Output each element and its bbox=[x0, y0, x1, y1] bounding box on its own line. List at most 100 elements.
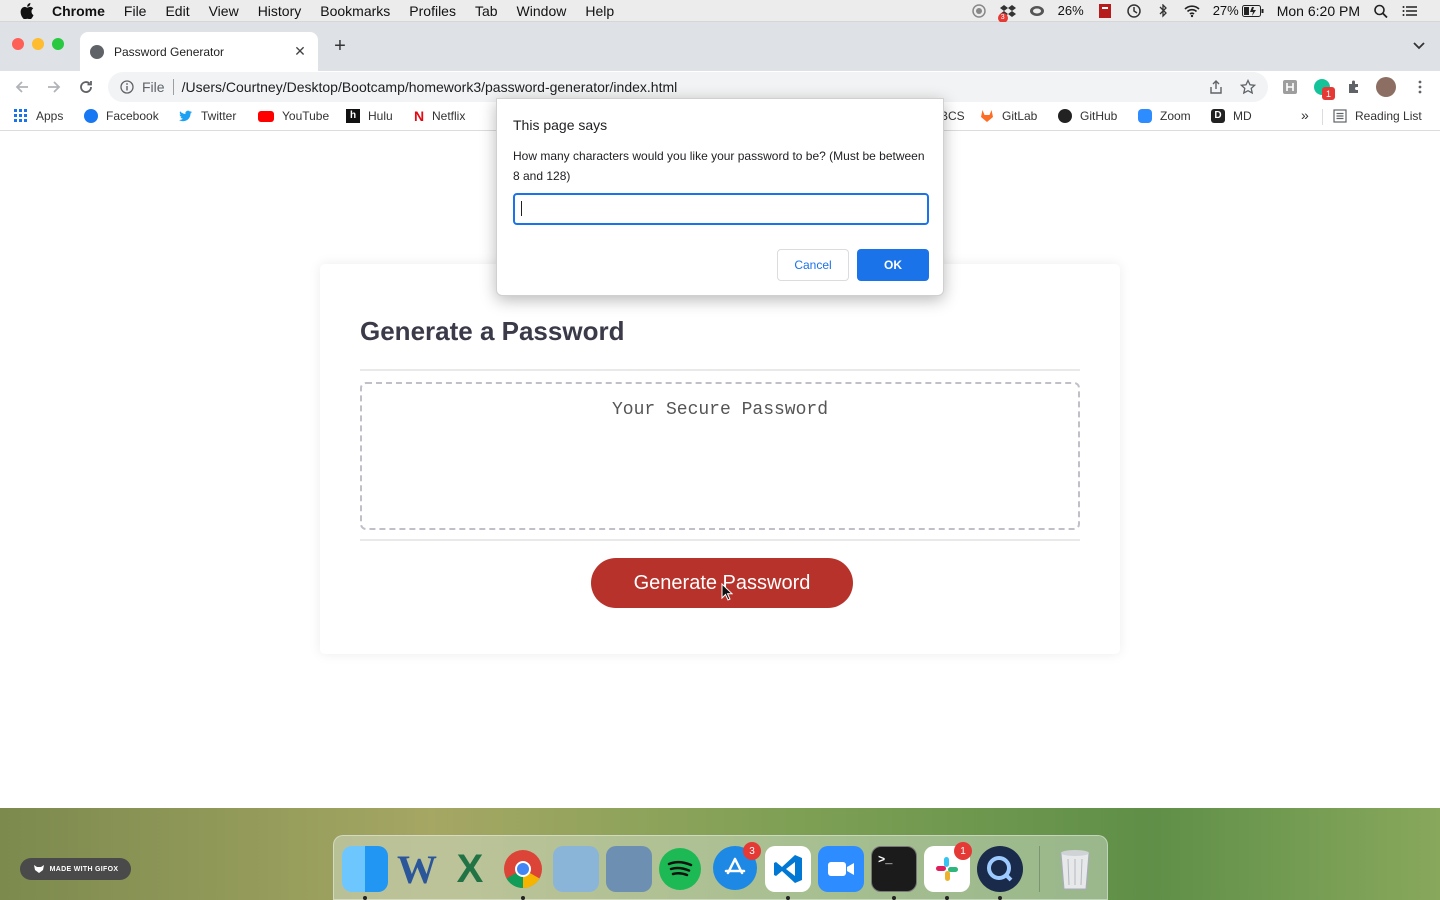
bookmark-github[interactable]: GitHub bbox=[1058, 109, 1117, 123]
password-card: Generate a Password Your Secure Password… bbox=[320, 264, 1120, 654]
forward-arrow-icon[interactable] bbox=[46, 79, 62, 95]
bookmarks-overflow-chevron[interactable]: » bbox=[1301, 107, 1309, 123]
bookmark-youtube[interactable]: YouTube bbox=[258, 109, 329, 123]
profile-avatar[interactable] bbox=[1376, 77, 1396, 97]
bookmark-md[interactable]: D MD bbox=[1211, 109, 1252, 123]
finder-icon[interactable] bbox=[342, 846, 388, 892]
youtube-icon bbox=[258, 110, 274, 122]
close-window-button[interactable] bbox=[12, 38, 24, 50]
zoom-camera-icon bbox=[1138, 109, 1152, 123]
macos-menu-bar: Chrome File Edit View History Bookmarks … bbox=[0, 0, 1440, 23]
menu-app-chrome[interactable]: Chrome bbox=[52, 3, 105, 19]
md-icon: D bbox=[1211, 109, 1225, 123]
battery-percent-b: 27% bbox=[1212, 3, 1239, 18]
bookmark-label: YouTube bbox=[282, 109, 330, 123]
page-heading: Generate a Password bbox=[360, 316, 625, 346]
preview-eagle-icon[interactable] bbox=[553, 846, 599, 892]
mouse-pointer-icon bbox=[721, 583, 733, 601]
trash-icon[interactable] bbox=[1052, 846, 1098, 892]
apple-menu-icon[interactable] bbox=[18, 0, 36, 22]
menu-bookmarks[interactable]: Bookmarks bbox=[320, 3, 390, 19]
time-machine-icon[interactable] bbox=[1126, 3, 1142, 18]
tab-search-chevron-icon[interactable] bbox=[1412, 39, 1426, 53]
bookmarks-divider bbox=[1322, 109, 1323, 125]
gifox-label: MADE WITH GIFOX bbox=[49, 865, 119, 873]
url-text[interactable]: /Users/Courtney/Desktop/Bootcamp/homewor… bbox=[182, 79, 678, 95]
word-icon[interactable]: W bbox=[394, 846, 440, 892]
reading-list-icon bbox=[1333, 109, 1347, 123]
spotify-icon[interactable] bbox=[659, 848, 701, 890]
bookmark-apps[interactable]: Apps bbox=[14, 109, 63, 123]
quicktime-icon[interactable] bbox=[977, 846, 1023, 892]
terminal-icon[interactable]: >_ bbox=[871, 846, 917, 892]
menu-tab[interactable]: Tab bbox=[475, 3, 498, 19]
password-length-input[interactable] bbox=[513, 193, 929, 225]
bookmark-netflix[interactable]: N Netflix bbox=[414, 109, 465, 123]
bookmark-label: Facebook bbox=[106, 109, 159, 123]
extension-h-icon[interactable] bbox=[1282, 79, 1298, 95]
chrome-dock-icon[interactable] bbox=[500, 846, 546, 892]
bookmark-facebook[interactable]: Facebook bbox=[84, 109, 159, 123]
bookmark-label: GitLab bbox=[1002, 109, 1038, 123]
cloud-status-icon[interactable] bbox=[1029, 4, 1045, 18]
bookmark-gitlab[interactable]: GitLab bbox=[980, 109, 1037, 123]
menu-profiles[interactable]: Profiles bbox=[409, 3, 456, 19]
close-tab-icon[interactable]: ✕ bbox=[292, 43, 308, 60]
wifi-icon[interactable] bbox=[1184, 4, 1200, 18]
url-separator bbox=[172, 79, 174, 95]
prompt-dialog: This page says How many characters would… bbox=[496, 98, 944, 296]
quicktime-running-dot bbox=[998, 896, 1002, 900]
cancel-button[interactable]: Cancel bbox=[777, 249, 849, 281]
new-tab-button[interactable]: + bbox=[330, 36, 350, 56]
menu-view[interactable]: View bbox=[209, 3, 239, 19]
zoom-window-button[interactable] bbox=[52, 38, 64, 50]
bookmark-label: Zoom bbox=[1160, 109, 1191, 123]
control-center-icon[interactable] bbox=[1402, 4, 1418, 18]
minimize-window-button[interactable] bbox=[32, 38, 44, 50]
menu-history[interactable]: History bbox=[258, 3, 302, 19]
bookmark-star-icon[interactable] bbox=[1240, 79, 1256, 95]
text-caret bbox=[521, 201, 522, 216]
gitlab-fox-icon bbox=[981, 110, 993, 122]
menu-window[interactable]: Window bbox=[517, 3, 567, 19]
share-icon[interactable] bbox=[1208, 79, 1224, 95]
ok-button[interactable]: OK bbox=[857, 249, 929, 281]
bluetooth-icon[interactable] bbox=[1155, 3, 1171, 18]
menu-clock[interactable]: Mon 6:20 PM bbox=[1277, 3, 1360, 19]
dock-separator bbox=[1039, 846, 1040, 892]
spotlight-search-icon[interactable] bbox=[1373, 4, 1389, 18]
menu-edit[interactable]: Edit bbox=[165, 3, 189, 19]
excel-icon[interactable]: X bbox=[447, 846, 493, 892]
reload-icon[interactable] bbox=[78, 79, 94, 95]
tab-password-generator[interactable]: Password Generator ✕ bbox=[80, 32, 318, 71]
back-arrow-icon[interactable] bbox=[14, 79, 30, 95]
bookmark-twitter[interactable]: Twitter bbox=[179, 109, 236, 123]
extensions-puzzle-icon[interactable] bbox=[1346, 79, 1362, 95]
bookmark-label: GitHub bbox=[1080, 109, 1118, 123]
bookmark-label: Hulu bbox=[368, 109, 393, 123]
chrome-menu-kebab-icon[interactable] bbox=[1412, 79, 1428, 95]
facebook-icon bbox=[84, 109, 98, 123]
menu-file[interactable]: File bbox=[124, 3, 147, 19]
tab-strip: Password Generator ✕ + bbox=[0, 22, 1440, 71]
netflix-icon: N bbox=[414, 108, 425, 124]
image-capture-icon[interactable] bbox=[606, 846, 652, 892]
zoom-dock-icon[interactable] bbox=[818, 846, 864, 892]
vscode-icon[interactable] bbox=[765, 846, 811, 892]
battery-icon[interactable] bbox=[1241, 4, 1264, 17]
password-output[interactable]: Your Secure Password bbox=[360, 382, 1080, 530]
slack-badge: 1 bbox=[954, 842, 972, 860]
record-status-icon[interactable] bbox=[971, 3, 987, 18]
reading-list-label: Reading List bbox=[1355, 109, 1422, 123]
dialog-title: This page says bbox=[513, 117, 608, 133]
card-divider-bottom bbox=[360, 539, 1080, 541]
menu-help[interactable]: Help bbox=[585, 3, 614, 19]
bookmark-zoom[interactable]: Zoom bbox=[1138, 109, 1191, 123]
reading-list-button[interactable]: Reading List bbox=[1333, 109, 1422, 123]
dropbox-status-icon[interactable]: 3 bbox=[997, 4, 1016, 23]
gifox-fox-icon bbox=[33, 865, 44, 873]
info-icon[interactable] bbox=[120, 80, 134, 94]
bookmark-hulu[interactable]: h Hulu bbox=[346, 109, 393, 123]
bookmark-label: Apps bbox=[36, 109, 64, 123]
pdf-status-icon[interactable] bbox=[1097, 3, 1113, 18]
